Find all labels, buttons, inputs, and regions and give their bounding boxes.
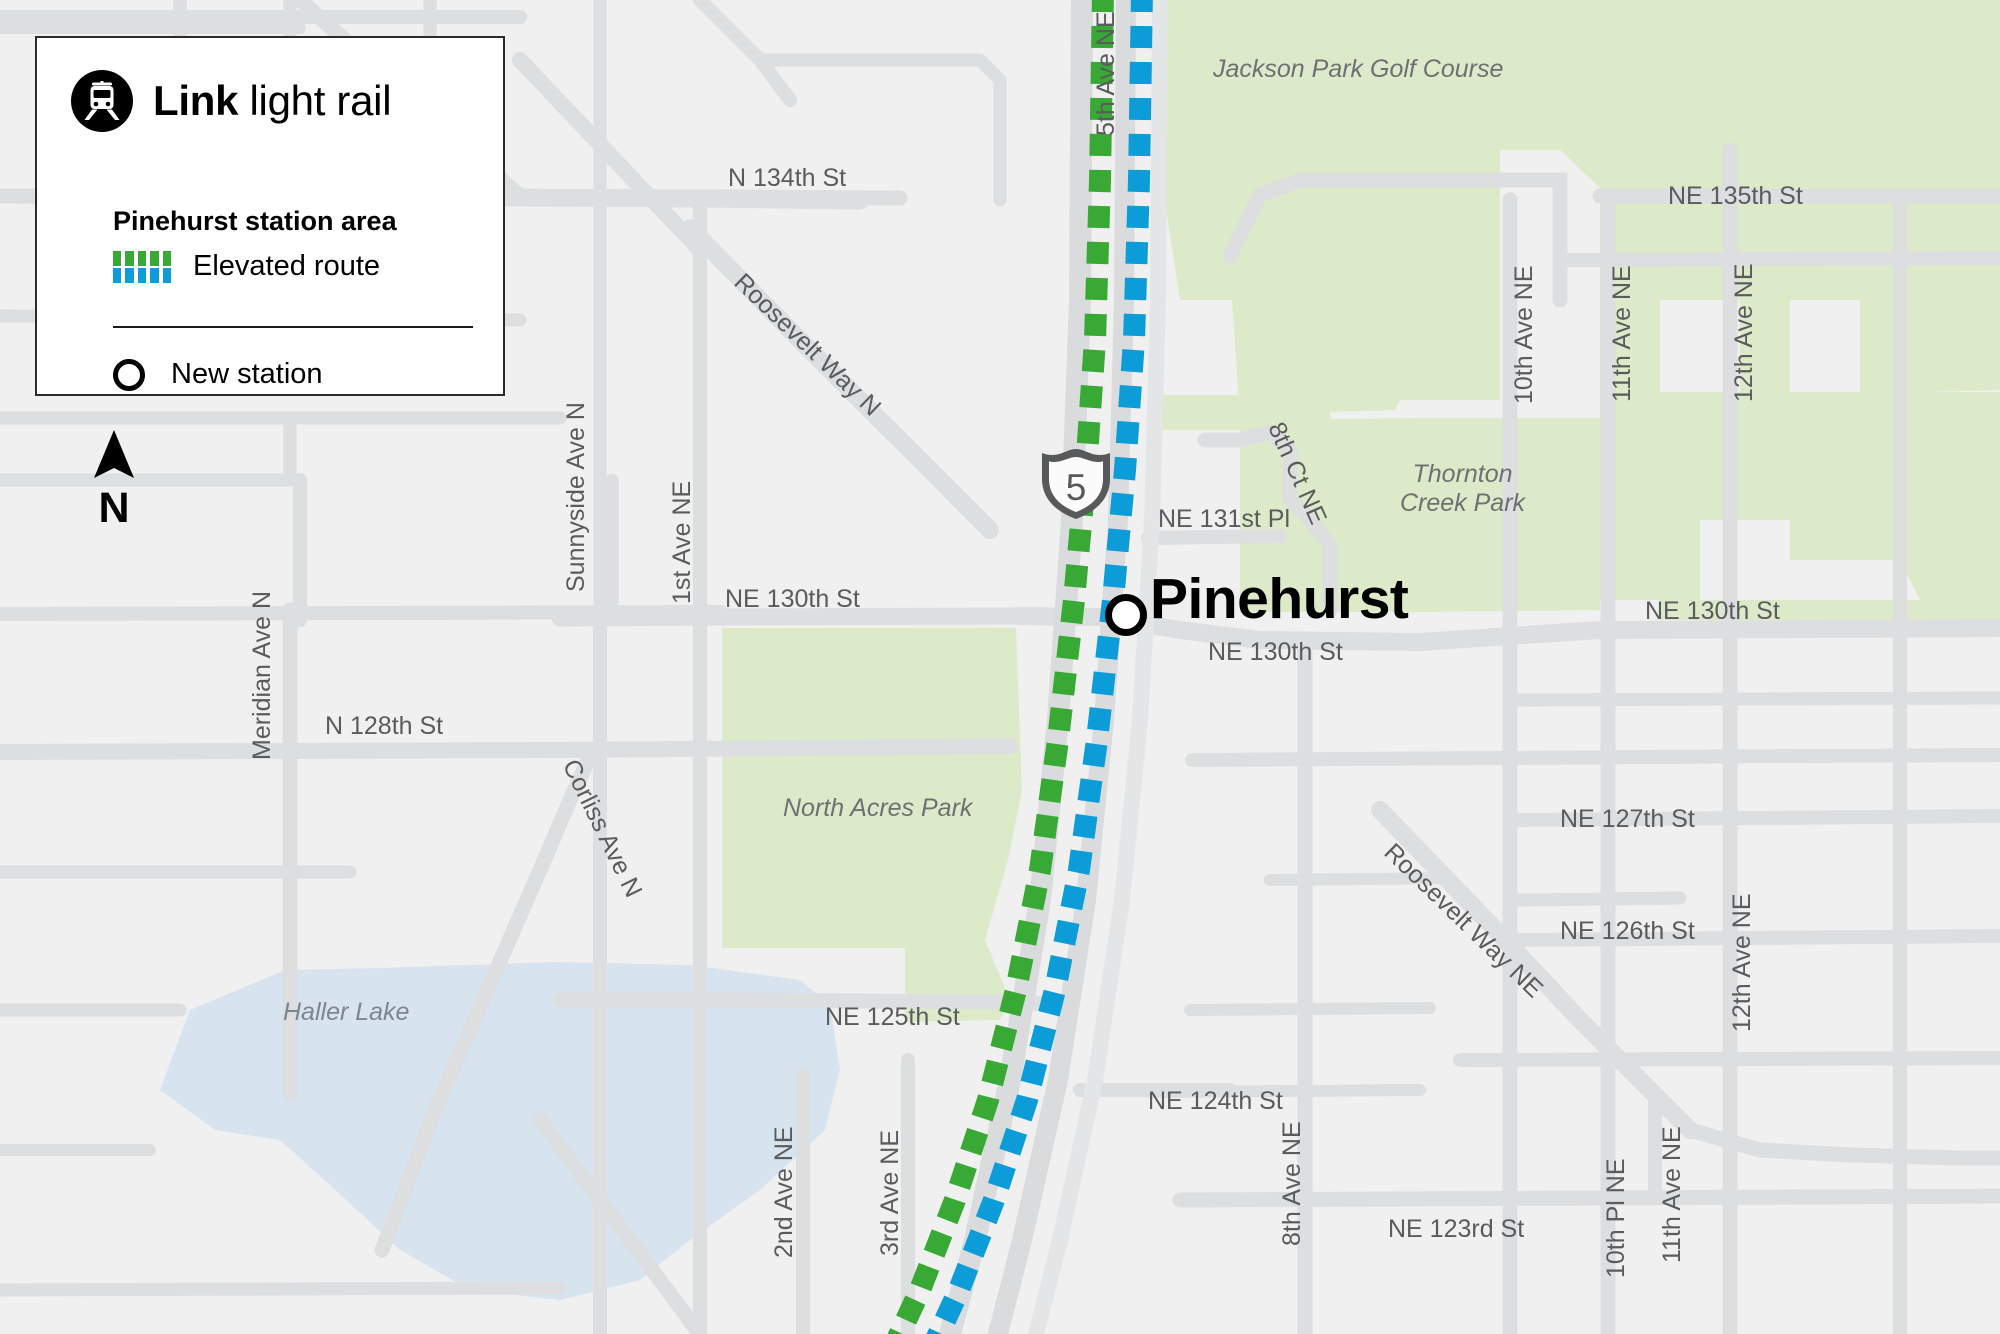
street-label-ne-130th-st-east: NE 130th St xyxy=(1645,597,1780,625)
pinehurst-station-marker[interactable] xyxy=(1105,594,1147,636)
legend-route-label: Elevated route xyxy=(193,250,381,282)
street-label-ne-130th-st-west: NE 130th St xyxy=(725,585,860,613)
legend-divider xyxy=(113,326,473,328)
street-label-ne-130th-st-center: NE 130th St xyxy=(1208,638,1343,666)
street-label-sunnyside-ave-n: Sunnyside Ave N xyxy=(562,402,590,592)
street-label-8th-ave-ne: 8th Ave NE xyxy=(1278,1121,1306,1246)
route-swatch-blue-row xyxy=(113,267,172,283)
street-label-11th-ave-ne: 11th Ave NE xyxy=(1608,265,1636,402)
street-label-1st-ave-ne: 1st Ave NE xyxy=(668,480,696,604)
pinehurst-station-label: Pinehurst xyxy=(1150,567,1409,631)
compass-north-label: N xyxy=(98,484,130,532)
street-label-ne-124th-st: NE 124th St xyxy=(1148,1087,1283,1115)
park-label-line-2: Creek Park xyxy=(1400,488,1526,517)
street-label-ne-131st-pl: NE 131st Pl xyxy=(1158,505,1291,533)
legend-title: Link light rail xyxy=(153,77,392,125)
new-station-swatch-icon xyxy=(113,358,145,391)
street-label-12th-ave-ne-south: 12th Ave NE xyxy=(1728,893,1756,1032)
legend-station-label: New station xyxy=(171,358,323,390)
legend-route-row: Elevated route xyxy=(113,250,380,283)
street-label-n-128th-st: N 128th St xyxy=(325,712,444,740)
park-label-north-acres-park: North Acres Park xyxy=(783,794,973,822)
elevated-route-swatch xyxy=(113,250,172,283)
water-label-haller-lake: Haller Lake xyxy=(283,998,410,1026)
street-label-ne-126th-st: NE 126th St xyxy=(1560,917,1695,945)
route-swatch-green-row xyxy=(113,250,172,266)
park-label-line-1: Thornton xyxy=(1412,460,1513,488)
street-label-ne-135th-st: NE 135th St xyxy=(1668,182,1803,210)
map-canvas: Link light rail Pinehurst station area E… xyxy=(0,0,2000,1334)
interstate-number-label: 5 xyxy=(1065,467,1087,508)
legend-panel: Link light rail Pinehurst station area E… xyxy=(35,36,505,396)
compass-rose: N xyxy=(82,428,146,530)
legend-title-bold: Link xyxy=(153,77,239,124)
street-label-3rd-ave-ne: 3rd Ave NE xyxy=(876,1129,904,1256)
legend-station-row: New station xyxy=(113,358,323,391)
north-arrow-icon xyxy=(94,430,134,478)
street-label-ne-123rd-st: NE 123rd St xyxy=(1388,1215,1525,1243)
park-label-jackson-park-golf-course: Jackson Park Golf Course xyxy=(1213,55,1504,83)
street-label-meridian-ave-n: Meridian Ave N xyxy=(248,590,276,760)
legend-title-row: Link light rail xyxy=(71,70,392,132)
park-label-thornton-creek-park: Thornton Creek Park xyxy=(1400,460,1525,518)
legend-title-light: light rail xyxy=(238,77,392,124)
street-label-12th-ave-ne: 12th Ave NE xyxy=(1730,263,1758,402)
street-label-ne-127th-st: NE 127th St xyxy=(1560,805,1695,833)
street-label-10th-ave-ne: 10th Ave NE xyxy=(1510,265,1538,404)
light-rail-icon xyxy=(71,70,133,132)
street-label-ne-125th-st: NE 125th St xyxy=(825,1003,960,1031)
street-label-5th-ave-ne: 5th Ave NE xyxy=(1092,11,1120,136)
street-label-11th-ave-ne-south: 11th Ave NE xyxy=(1658,1126,1686,1263)
street-label-n-134th-st: N 134th St xyxy=(728,164,847,192)
street-label-10th-pl-ne: 10th Pl NE xyxy=(1602,1158,1630,1278)
interstate-5-shield: 5 xyxy=(1040,445,1112,521)
street-label-2nd-ave-ne: 2nd Ave NE xyxy=(770,1126,798,1258)
legend-subtitle: Pinehurst station area xyxy=(113,206,397,236)
